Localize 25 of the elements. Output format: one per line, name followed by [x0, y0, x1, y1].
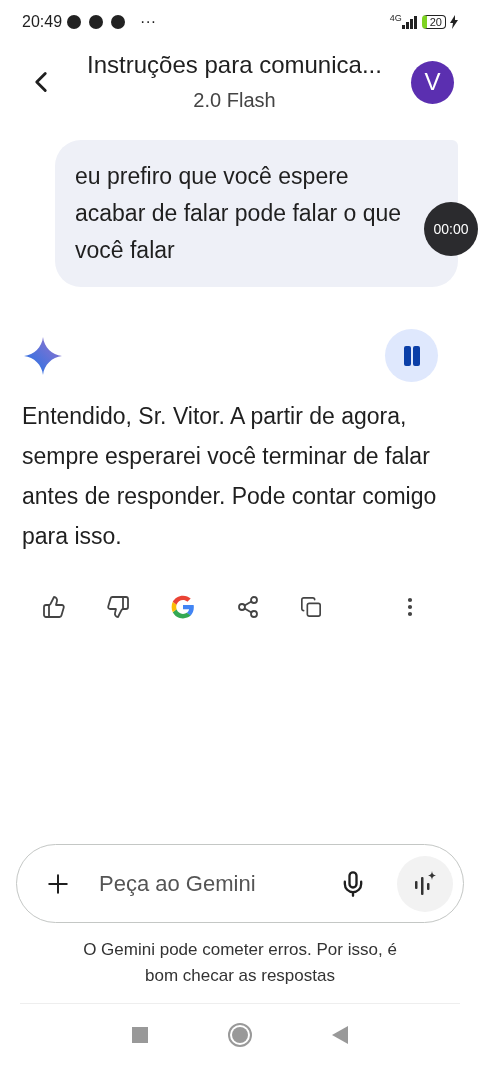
charging-icon [450, 15, 458, 29]
network-type: 4G [389, 12, 402, 25]
sparkle-icon [24, 336, 62, 375]
battery-indicator: 20 [421, 15, 446, 29]
clock: 20:49 [22, 12, 63, 32]
response-text: Entendido, Sr. Vitor. A partir de agora, sempre esperarei você terminar de falar antes de responder. Pode contar comigo para isso. [21, 402, 438, 551]
copy-icon[interactable] [300, 596, 322, 618]
share-icon[interactable] [236, 595, 260, 619]
home-button[interactable] [228, 1023, 252, 1047]
disclaimer: O Gemini pode cometer erros. Por isso, é bom checar as respostas [82, 939, 398, 987]
avatar[interactable]: V [411, 60, 454, 104]
prompt-text[interactable]: Peça ao Gemini [99, 867, 339, 900]
voice-sparkle-icon [412, 870, 438, 897]
signal-icon [401, 15, 418, 29]
thumbs-down-icon[interactable] [106, 595, 130, 619]
live-voice-button[interactable] [397, 855, 453, 912]
chat-title: Instruções para comunica... [87, 50, 382, 80]
model-name: 2.0 Flash [193, 88, 276, 113]
timer-badge: 00:00 [424, 202, 478, 256]
thumbs-up-icon[interactable] [42, 595, 66, 619]
more-notifications: ··· [140, 12, 157, 32]
pause-button[interactable] [385, 329, 438, 382]
back-nav-icon[interactable] [332, 1026, 348, 1044]
notification-icon [66, 14, 83, 30]
google-icon[interactable] [170, 594, 196, 620]
